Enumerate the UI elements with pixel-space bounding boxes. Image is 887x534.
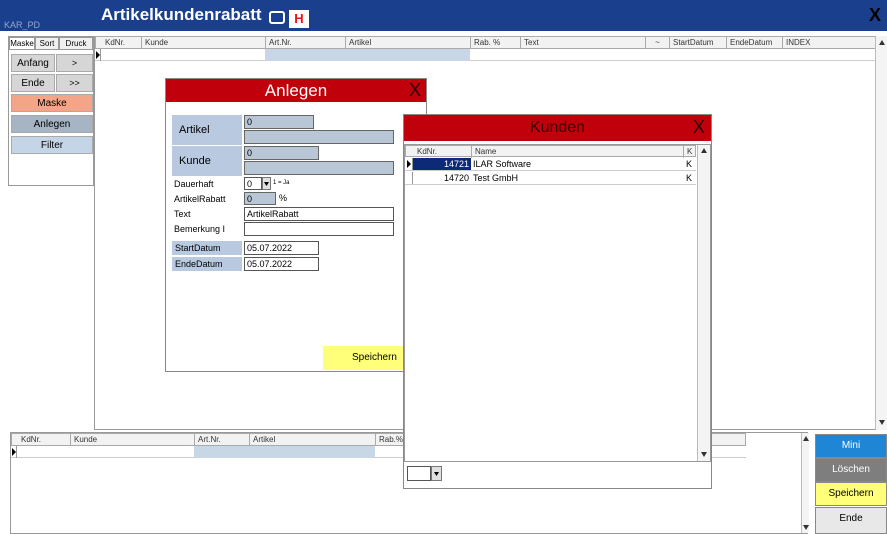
navigation-panel: Maske Sort Druck Anfang > Ende >> Maske … (8, 36, 94, 186)
close-window-button[interactable]: X (869, 5, 881, 26)
kunden-row-selector[interactable] (405, 172, 413, 184)
col-tilde[interactable]: ~ (646, 37, 670, 49)
dauerhaft-select[interactable]: 0 (244, 177, 262, 190)
help-icon[interactable]: H (289, 10, 309, 28)
loeschen-button[interactable]: Löschen (815, 458, 887, 482)
col-artnr[interactable]: Art.Nr. (266, 37, 346, 49)
dauerhaft-label: Dauerhaft (174, 179, 214, 189)
anlegen-speichern-button[interactable]: Speichern (323, 346, 403, 370)
artikel-label: Artikel (172, 115, 242, 145)
kunden-col-kdnr[interactable]: KdNr. (414, 146, 472, 158)
kunden-row-selector[interactable] (405, 158, 413, 170)
tab-druck[interactable]: Druck (59, 37, 93, 50)
bemerkung-field[interactable] (244, 222, 394, 236)
bottom-grid-scrollbar[interactable] (801, 433, 809, 533)
anlegen-button[interactable]: Anlegen (11, 115, 93, 133)
tab-maske[interactable]: Maske (9, 37, 35, 50)
kunde-name-field[interactable] (244, 161, 394, 175)
anlegen-dialog: Anlegen X Artikel 0 Kunde 0 Dauerhaft 0 … (165, 78, 427, 372)
top-grid-row[interactable] (95, 49, 876, 61)
kunden-row[interactable]: 14721 ILAR Software K (405, 158, 696, 171)
dauerhaft-dropdown-icon[interactable] (262, 177, 271, 190)
bottom-col-artnr[interactable]: Art.Nr. (195, 434, 250, 446)
speichern-main-button[interactable]: Speichern (815, 482, 887, 506)
article-cell-highlight[interactable] (265, 49, 470, 61)
kunden-k[interactable]: K (686, 172, 692, 184)
artikel-name-field[interactable] (244, 130, 394, 144)
endedatum-field[interactable]: 05.07.2022 (244, 257, 319, 271)
top-grid-scrollbar[interactable] (875, 36, 887, 430)
kunden-grid-header: KdNr. Name K (405, 145, 697, 158)
top-grid-header: KdNr. Kunde Art.Nr. Artikel Rab. % Text … (95, 36, 876, 49)
kunden-col-name[interactable]: Name (472, 146, 684, 158)
col-startdatum[interactable]: StartDatum (670, 37, 727, 49)
kunden-dialog-title: Kunden (404, 115, 711, 141)
kunden-filter-select[interactable] (407, 466, 431, 481)
window-title: Artikelkundenrabatt (101, 5, 262, 24)
minimize-window-icon[interactable] (269, 11, 285, 24)
bottom-col-kunde[interactable]: Kunde (71, 434, 195, 446)
bemerkung-label: Bemerkung I (174, 224, 226, 234)
kunde-id-field[interactable]: 0 (244, 146, 319, 160)
col-artikel[interactable]: Artikel (346, 37, 471, 49)
startdatum-label: StartDatum (172, 241, 242, 255)
kunden-scrollbar[interactable] (697, 145, 710, 461)
bottom-record-selector[interactable] (11, 446, 17, 458)
kunden-kdnr[interactable]: 14720 (413, 172, 471, 184)
kunden-kdnr[interactable]: 14721 (413, 158, 471, 170)
prev-button[interactable]: > (56, 54, 93, 72)
percent-label: % (279, 193, 288, 203)
kunden-name[interactable]: Test GmbH (473, 172, 518, 184)
bottom-article-cell-highlight[interactable] (194, 446, 375, 458)
ende-main-button[interactable]: Ende (815, 507, 887, 534)
artikelrabatt-field[interactable]: 0 (244, 192, 276, 205)
filter-button[interactable]: Filter (11, 136, 93, 154)
kunde-label: Kunde (172, 146, 242, 176)
kunden-row[interactable]: 14720 Test GmbH K (405, 172, 696, 185)
col-kdnr[interactable]: KdNr. (102, 37, 142, 49)
kunden-filter-dropdown-icon[interactable] (431, 466, 442, 481)
kunden-dialog: Kunden X KdNr. Name K 14721 ILAR Softwar… (403, 114, 712, 489)
next-button[interactable]: >> (56, 74, 93, 92)
ende-nav-button[interactable]: Ende (11, 74, 55, 92)
artikel-id-field[interactable]: 0 (244, 115, 314, 129)
kunden-grid: KdNr. Name K 14721 ILAR Software K 14720… (404, 144, 711, 462)
record-selector[interactable] (95, 49, 101, 61)
kunden-close-button[interactable]: X (693, 117, 705, 138)
kunden-col-k[interactable]: K (684, 146, 697, 158)
mini-button[interactable]: Mini (815, 434, 887, 458)
form-code-label: KAR_PD (4, 20, 41, 30)
text-field[interactable]: ArtikelRabatt (244, 207, 394, 221)
maske-button[interactable]: Maske (11, 94, 93, 112)
text-label: Text (174, 209, 191, 219)
kunden-name[interactable]: ILAR Software (473, 158, 531, 170)
endedatum-label: EndeDatum (172, 257, 242, 271)
col-rabatt[interactable]: Rab. % (471, 37, 521, 49)
startdatum-field[interactable]: 05.07.2022 (244, 241, 319, 255)
title-bar: KAR_PD Artikelkundenrabatt H X (0, 0, 887, 31)
col-text[interactable]: Text (521, 37, 646, 49)
anlegen-dialog-title: Anlegen (166, 79, 426, 102)
kunden-k[interactable]: K (686, 158, 692, 170)
anfang-button[interactable]: Anfang (11, 54, 55, 72)
dauerhaft-hint: 1 = Ja (273, 180, 290, 186)
col-index[interactable]: INDEX (783, 37, 877, 49)
tab-sort[interactable]: Sort (35, 37, 59, 50)
bottom-col-kdnr[interactable]: KdNr. (18, 434, 71, 446)
anlegen-close-button[interactable]: X (409, 80, 421, 101)
bottom-col-artikel[interactable]: Artikel (250, 434, 376, 446)
col-endedatum[interactable]: EndeDatum (727, 37, 783, 49)
artikelrabatt-label: ArtikelRabatt (174, 194, 226, 204)
col-kunde[interactable]: Kunde (142, 37, 266, 49)
